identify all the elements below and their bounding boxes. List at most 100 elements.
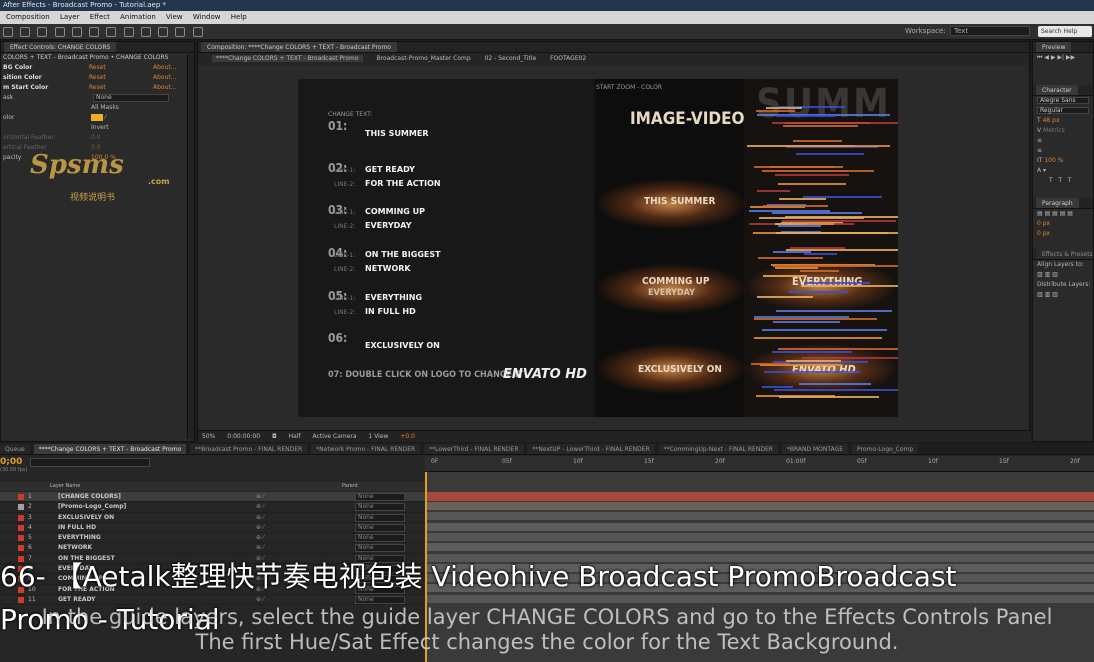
layer-row[interactable]: 3 EXCLUSIVELY ON ⊕ ⁄ None: [0, 513, 425, 523]
vertical-scale-value[interactable]: 100 %: [1044, 157, 1063, 164]
time-ruler[interactable]: 0F 05f 10f 15f 20f 01:00f 05f 10f 15f 20f: [425, 456, 1094, 472]
layer-label-color[interactable]: [18, 524, 24, 531]
layer-row[interactable]: 5 EVERYTHING ⊕ ⁄ None: [0, 533, 425, 544]
view-layout-select[interactable]: 1 View: [368, 433, 388, 440]
layer-row[interactable]: 4 IN FULL HD ⊕ ⁄ None: [0, 523, 425, 534]
clone-tool-icon[interactable]: [158, 27, 169, 37]
layer-label-color[interactable]: [18, 494, 24, 500]
mask-select[interactable]: None: [93, 94, 169, 102]
envato-logo[interactable]: ENVATO HD: [503, 367, 587, 382]
tab-timeline[interactable]: **NextUP - LowerThird - FINAL RENDER: [527, 444, 655, 454]
tab-render-queue[interactable]: Queue: [0, 444, 30, 454]
timecode-display[interactable]: 0;00: [0, 457, 22, 467]
horizontal-feather-value[interactable]: 0.0: [91, 134, 101, 141]
layer-label-color[interactable]: [18, 545, 24, 552]
font-family-select[interactable]: Alegre Sans: [1037, 97, 1089, 104]
menu-composition[interactable]: Composition: [6, 13, 50, 21]
layer-switches[interactable]: ⊕ ⁄: [256, 513, 264, 523]
search-help-input[interactable]: Search Help: [1038, 26, 1092, 37]
tab-timeline[interactable]: Promo-Logo_Comp: [851, 444, 919, 454]
editable-text-line[interactable]: GET READY: [365, 165, 415, 174]
layer-name[interactable]: EVERYTHING: [58, 533, 101, 543]
hand-tool-icon[interactable]: [20, 27, 31, 37]
color-swatch[interactable]: [91, 114, 103, 121]
camera-select[interactable]: Active Camera: [313, 433, 357, 440]
parent-select[interactable]: None: [355, 544, 405, 553]
about-link[interactable]: About...: [153, 84, 176, 91]
pen-tool-icon[interactable]: [106, 27, 117, 37]
tab-preview[interactable]: Preview: [1036, 42, 1072, 52]
distribute-icons[interactable]: ▥ ▥ ▥: [1033, 290, 1093, 300]
align-buttons[interactable]: ▤ ▤ ▤ ▤ ▤: [1033, 209, 1093, 219]
editable-text-line[interactable]: ON THE BIGGEST: [365, 250, 441, 259]
tab-timeline[interactable]: **Broadcast Promo - FINAL RENDER: [190, 444, 308, 454]
layer-name[interactable]: [Promo-Logo_Comp]: [58, 502, 126, 512]
layer-switches[interactable]: ⊕ ⁄: [256, 492, 264, 502]
space-value[interactable]: 0 px: [1037, 230, 1050, 237]
puppet-tool-icon[interactable]: [192, 27, 203, 37]
layer-label-color[interactable]: [18, 535, 24, 542]
font-style-select[interactable]: Regular: [1037, 107, 1089, 114]
eyedropper-icon[interactable]: ⁄: [105, 114, 106, 121]
layer-label-color[interactable]: [18, 504, 24, 511]
layer-name[interactable]: NETWORK: [58, 543, 92, 553]
tab-timeline[interactable]: *Network Promo - FINAL RENDER: [311, 444, 421, 454]
editable-text-line[interactable]: COMMING UP: [365, 207, 425, 216]
layer-bar[interactable]: [425, 522, 1094, 531]
menu-effect[interactable]: Effect: [90, 13, 110, 21]
editable-text-line[interactable]: EVERYDAY: [365, 221, 412, 230]
current-time[interactable]: 0:00:00:00: [227, 433, 260, 440]
layer-switches[interactable]: ⊕ ⁄: [256, 533, 264, 543]
align-icons[interactable]: ▥ ▥ ▥: [1033, 270, 1093, 280]
tab-character[interactable]: Character: [1036, 85, 1078, 95]
text-tool-icon[interactable]: [123, 27, 134, 37]
parent-select[interactable]: None: [355, 534, 405, 543]
eraser-tool-icon[interactable]: [175, 27, 186, 37]
editable-text-line[interactable]: FOR THE ACTION: [365, 179, 441, 188]
tab-effects-presets[interactable]: Effects & Presets: [1036, 249, 1093, 259]
about-link[interactable]: About...: [153, 74, 176, 81]
menu-animation[interactable]: Animation: [120, 13, 156, 21]
editable-text-line[interactable]: NETWORK: [365, 264, 411, 273]
tab-timeline[interactable]: ****Change COLORS + TEXT - Broadcast Pro…: [33, 444, 187, 454]
parent-select[interactable]: None: [355, 523, 405, 532]
tab-timeline[interactable]: **LowerThird - FINAL RENDER: [424, 444, 524, 454]
exposure-value[interactable]: +0.0: [400, 433, 415, 440]
layer-row[interactable]: 6 NETWORK ⊕ ⁄ None: [0, 543, 425, 554]
menu-window[interactable]: Window: [193, 13, 221, 21]
scrollbar[interactable]: [187, 54, 194, 439]
layer-bar[interactable]: [425, 543, 1094, 552]
resolution-select[interactable]: Half: [289, 433, 301, 440]
text-style-buttons[interactable]: T T T: [1033, 176, 1093, 186]
tab-composition[interactable]: Composition: ****Change COLORS + TEXT - …: [201, 42, 397, 52]
layer-row[interactable]: 1 [CHANGE COLORS] ⊕ ⁄ None: [0, 492, 425, 503]
breadcrumb-item[interactable]: Broadcast-Promo_Master Comp: [377, 55, 471, 62]
column-parent[interactable]: Parent: [342, 482, 358, 491]
layer-bar[interactable]: [425, 532, 1094, 541]
parent-select[interactable]: None: [355, 503, 405, 512]
tab-timeline[interactable]: *BRAND MONTAGE: [781, 444, 849, 454]
layer-name[interactable]: [CHANGE COLORS]: [58, 492, 121, 502]
menu-help[interactable]: Help: [231, 13, 247, 21]
invert-checkbox[interactable]: Invert: [1, 123, 194, 133]
layer-name[interactable]: IN FULL HD: [58, 523, 96, 533]
magnification-select[interactable]: 50%: [202, 433, 215, 440]
breadcrumb-item[interactable]: 02 - Second_Title: [485, 55, 537, 62]
font-size-value[interactable]: 48 px: [1043, 117, 1060, 124]
reset-link[interactable]: Reset: [89, 73, 153, 83]
layer-switches[interactable]: ⊕ ⁄: [256, 523, 264, 533]
layer-switches[interactable]: ⊕ ⁄: [256, 543, 264, 553]
editable-text-line[interactable]: EVERYTHING: [365, 293, 422, 302]
about-link[interactable]: About...: [153, 64, 176, 71]
camera-tool-icon[interactable]: [71, 27, 82, 37]
tab-effect-controls[interactable]: Effect Controls: CHANGE COLORS: [4, 42, 117, 52]
layer-name[interactable]: EXCLUSIVELY ON: [58, 513, 114, 523]
tab-paragraph[interactable]: Paragraph: [1036, 198, 1079, 208]
brush-tool-icon[interactable]: [140, 27, 151, 37]
rotate-tool-icon[interactable]: [54, 27, 65, 37]
selection-tool-icon[interactable]: [3, 27, 13, 37]
layer-search-input[interactable]: [30, 458, 150, 467]
pan-behind-tool-icon[interactable]: [89, 27, 100, 37]
parent-select[interactable]: None: [355, 493, 405, 501]
composition-viewer[interactable]: CHANGE TEXT: 01: THIS SUMMER 02: LINE-1: GET…: [298, 79, 898, 417]
